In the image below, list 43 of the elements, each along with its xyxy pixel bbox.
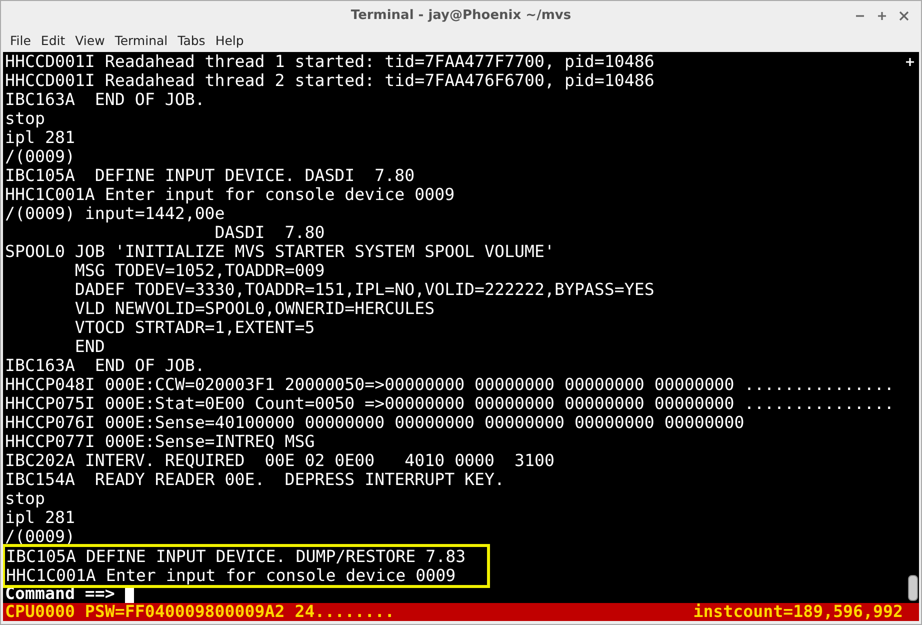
maximize-icon[interactable] bbox=[877, 11, 887, 21]
terminal-line: IBC163A END OF JOB. bbox=[5, 356, 206, 375]
terminal-line: /(0009) bbox=[5, 527, 76, 546]
terminal-line: IBC105A DEFINE INPUT DEVICE. DASDI 7.80 bbox=[5, 166, 416, 185]
plus-icon bbox=[906, 58, 914, 66]
terminal-line: stop bbox=[5, 489, 46, 508]
terminal-line: HHCCP075I 000E:Stat=0E00 Count=0050 =>00000000 00000000 00000000 00000000 ............... bbox=[5, 394, 896, 413]
terminal-line: ipl 281 bbox=[5, 508, 76, 527]
terminal-line: MSG TODEV=1052,TOADDR=009 bbox=[74, 261, 326, 280]
menu-item[interactable]: Terminal bbox=[110, 32, 173, 48]
terminal-line: HHCCP077I 000E:Sense=INTREQ MSG bbox=[5, 432, 316, 451]
terminal-line: DASDI 7.80 bbox=[214, 223, 326, 242]
terminal-line: ipl 281 bbox=[5, 128, 76, 147]
terminal-line: HHCCP076I 000E:Sense=40100000 00000000 00000000 00000000 00000000 00000000 bbox=[5, 413, 746, 432]
instruction-count: instcount=189,596,992 bbox=[693, 603, 903, 621]
scrollbar-thumb[interactable] bbox=[908, 575, 918, 601]
terminal-line: HHCCP048I 000E:CCW=020003F1 20000050=>00000000 00000000 00000000 00000000 ............... bbox=[5, 375, 896, 394]
cpu-status: CPU0000 PSW=FF040009800009A2 24........ bbox=[5, 603, 395, 621]
terminal-line: HHCCD001I Readahead thread 2 started: tid=7FAA476F6700, pid=10486 bbox=[5, 71, 656, 90]
terminal-line: /(0009) input=1442,00e bbox=[5, 204, 226, 223]
terminal-line: stop bbox=[5, 109, 46, 128]
terminal-line: IBC105A DEFINE INPUT DEVICE. DUMP/RESTORE 7.83 bbox=[6, 547, 467, 566]
close-icon[interactable] bbox=[899, 11, 909, 21]
terminal-line: /(0009) bbox=[5, 147, 76, 166]
terminal-line: VTOCD STRTADR=1,EXTENT=5 bbox=[74, 318, 316, 337]
terminal-line: VLD NEWVOLID=SPOOL0,OWNERID=HERCULES bbox=[74, 299, 436, 318]
menu-item[interactable]: Edit bbox=[36, 32, 70, 48]
command-prompt: Command ==> bbox=[5, 584, 115, 603]
menu-item[interactable]: Tabs bbox=[172, 32, 210, 48]
menu-item[interactable]: Help bbox=[210, 32, 249, 48]
terminal-line: DADEF TODEV=3330,TOADDR=151,IPL=NO,VOLID=222222,BYPASS=YES bbox=[74, 280, 656, 299]
terminal-line: HHC1C001A Enter input for console device 0009 bbox=[5, 185, 456, 204]
terminal-line: HHCCD001I Readahead thread 1 started: tid=7FAA477F7700, pid=10486 bbox=[5, 52, 656, 71]
terminal-line: END bbox=[74, 337, 106, 356]
menu-item[interactable]: View bbox=[70, 32, 110, 48]
terminal-line: IBC163A END OF JOB. bbox=[5, 90, 206, 109]
window-title: Terminal - jay@Phoenix ~/mvs bbox=[350, 8, 572, 23]
terminal-line: SPOOL0 JOB 'INITIALIZE MVS STARTER SYSTEM SPOOL VOLUME' bbox=[5, 242, 556, 261]
terminal-line: IBC154A READY READER 00E. DEPRESS INTERRUPT KEY. bbox=[5, 470, 506, 489]
menu-item[interactable]: File bbox=[5, 32, 36, 48]
text-cursor bbox=[124, 587, 134, 603]
terminal-line: IBC202A INTERV. REQUIRED 00E 02 0E00 4010 0000 3100 bbox=[5, 451, 556, 470]
terminal-line: HHC1C001A Enter input for console device 0009 bbox=[6, 566, 457, 585]
